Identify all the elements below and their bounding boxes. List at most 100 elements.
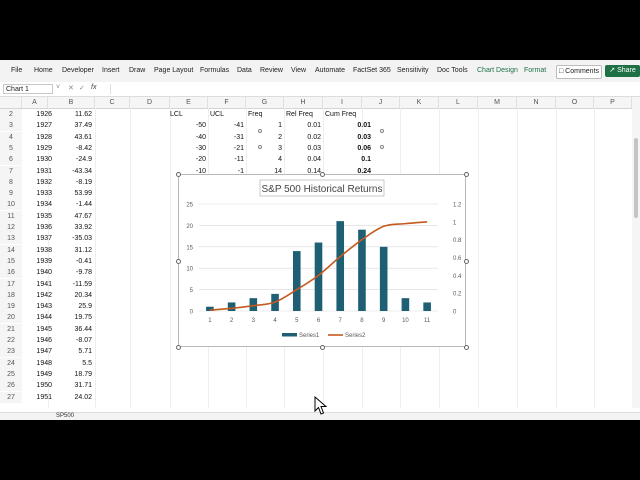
cell-ucl[interactable]: -11 [208,154,244,165]
row-header[interactable]: 3 [0,120,22,132]
cell-return[interactable]: -8.42 [48,143,92,154]
cell-cum-freq[interactable]: 0.06 [323,143,371,154]
cell-cum-freq[interactable]: 0.03 [323,132,371,143]
resize-handle[interactable] [464,172,469,177]
resize-handle[interactable] [176,345,181,350]
check-icon[interactable]: ✓ [79,84,85,92]
cell-ucl[interactable]: -21 [208,143,244,154]
row-header[interactable]: 6 [0,154,22,166]
tab-automate[interactable]: Automate [315,67,345,74]
cell-lcl[interactable]: -20 [170,154,206,165]
row-header[interactable]: 16 [0,267,22,279]
row-header[interactable]: 14 [0,244,22,256]
row-header[interactable]: 11 [0,210,22,222]
resize-handle[interactable] [464,345,469,350]
cell-rel-freq[interactable]: 0.03 [284,143,321,154]
cell-return[interactable]: -43.34 [48,166,92,177]
freq-header[interactable]: UCL [210,109,250,120]
cell-lcl[interactable]: -50 [170,120,206,131]
column-header-c[interactable]: C [95,97,130,108]
select-all-corner[interactable] [0,97,22,108]
cell-return[interactable]: 11.62 [48,109,92,120]
row-header[interactable]: 7 [0,165,22,177]
row-header[interactable]: 26 [0,380,22,392]
cell-return[interactable]: 24.02 [48,392,92,403]
row-header[interactable]: 19 [0,301,22,313]
row-header[interactable]: 17 [0,278,22,290]
column-header-e[interactable]: E [170,97,208,108]
cell-return[interactable]: -9.78 [48,267,92,278]
cell-return[interactable]: -8.19 [48,177,92,188]
cell-return[interactable]: -11.59 [48,279,92,290]
resize-handle[interactable] [320,345,325,350]
cell-return[interactable]: 53.99 [48,188,92,199]
formula-input[interactable] [110,84,631,94]
row-header[interactable]: 9 [0,188,22,200]
tab-page-layout[interactable]: Page Layout [154,67,193,74]
cell-lcl[interactable]: -30 [170,143,206,154]
cell-return[interactable]: 33.92 [48,222,92,233]
cell-freq[interactable]: 2 [246,132,282,143]
cell-lcl[interactable]: -40 [170,132,206,143]
row-header[interactable]: 22 [0,335,22,346]
column-header-d[interactable]: D [130,97,170,108]
row-header[interactable]: 20 [0,312,22,324]
tab-file[interactable]: File [11,67,22,74]
resize-handle[interactable] [464,258,469,264]
column-header-a[interactable]: A [22,97,48,108]
tab-chart-design[interactable]: Chart Design [477,67,518,74]
resize-handle[interactable] [176,258,181,264]
tab-factset-365[interactable]: FactSet 365 [353,67,391,74]
row-header[interactable]: 8 [0,176,22,188]
cell-return[interactable]: 31.12 [48,245,92,256]
cell-freq[interactable]: 3 [246,143,282,154]
column-header-p[interactable]: P [594,97,632,108]
row-header[interactable]: 24 [0,357,22,369]
row-header[interactable]: 27 [0,391,22,403]
cell-cum-freq[interactable]: 0.1 [323,154,371,165]
function-icon[interactable]: fx [91,84,96,91]
tab-review[interactable]: Review [260,67,283,74]
row-header[interactable]: 12 [0,222,22,233]
row-header[interactable]: 23 [0,346,22,358]
freq-header[interactable]: LCL [170,109,210,120]
cell-return[interactable]: -1.44 [48,199,92,210]
column-header-g[interactable]: G [246,97,284,108]
row-header[interactable]: 5 [0,142,22,154]
column-header-o[interactable]: O [556,97,594,108]
cell-return[interactable]: 20.34 [48,290,92,301]
cell-return[interactable]: 37.49 [48,120,92,131]
column-header-i[interactable]: I [323,97,362,108]
column-header-m[interactable]: M [478,97,517,108]
tab-format[interactable]: Format [524,67,546,74]
column-header-f[interactable]: F [208,97,246,108]
vertical-scrollbar[interactable] [632,108,640,408]
row-header[interactable]: 13 [0,233,22,245]
column-header-b[interactable]: B [48,97,95,108]
cell-return[interactable]: 25.9 [48,301,92,312]
tab-insert[interactable]: Insert [102,67,120,74]
cell-return[interactable]: 47.67 [48,211,92,222]
tab-view[interactable]: View [291,67,306,74]
cell-rel-freq[interactable]: 0.01 [284,120,321,131]
freq-header[interactable]: Cum Freq [325,109,373,120]
cell-return[interactable]: 5.5 [48,358,92,369]
resize-handle[interactable] [320,172,325,177]
tab-doc-tools[interactable]: Doc Tools [437,67,468,74]
tab-developer[interactable]: Developer [62,67,94,74]
tab-sensitivity[interactable]: Sensitivity [397,67,429,74]
scroll-thumb[interactable] [634,138,638,218]
freq-header[interactable]: Freq [248,109,288,120]
tab-formulas[interactable]: Formulas [200,67,229,74]
sheet-tab-sp500[interactable]: SP500 [56,413,74,419]
column-header-h[interactable]: H [284,97,323,108]
column-header-n[interactable]: N [517,97,556,108]
cell-return[interactable]: 5.71 [48,346,92,357]
cell-return[interactable]: -0.41 [48,256,92,267]
tab-data[interactable]: Data [237,67,252,74]
title-resize-handle[interactable] [258,129,262,133]
row-header[interactable]: 4 [0,131,22,143]
row-header[interactable]: 25 [0,368,22,380]
cell-return[interactable]: -35.03 [48,233,92,244]
tab-draw[interactable]: Draw [129,67,145,74]
